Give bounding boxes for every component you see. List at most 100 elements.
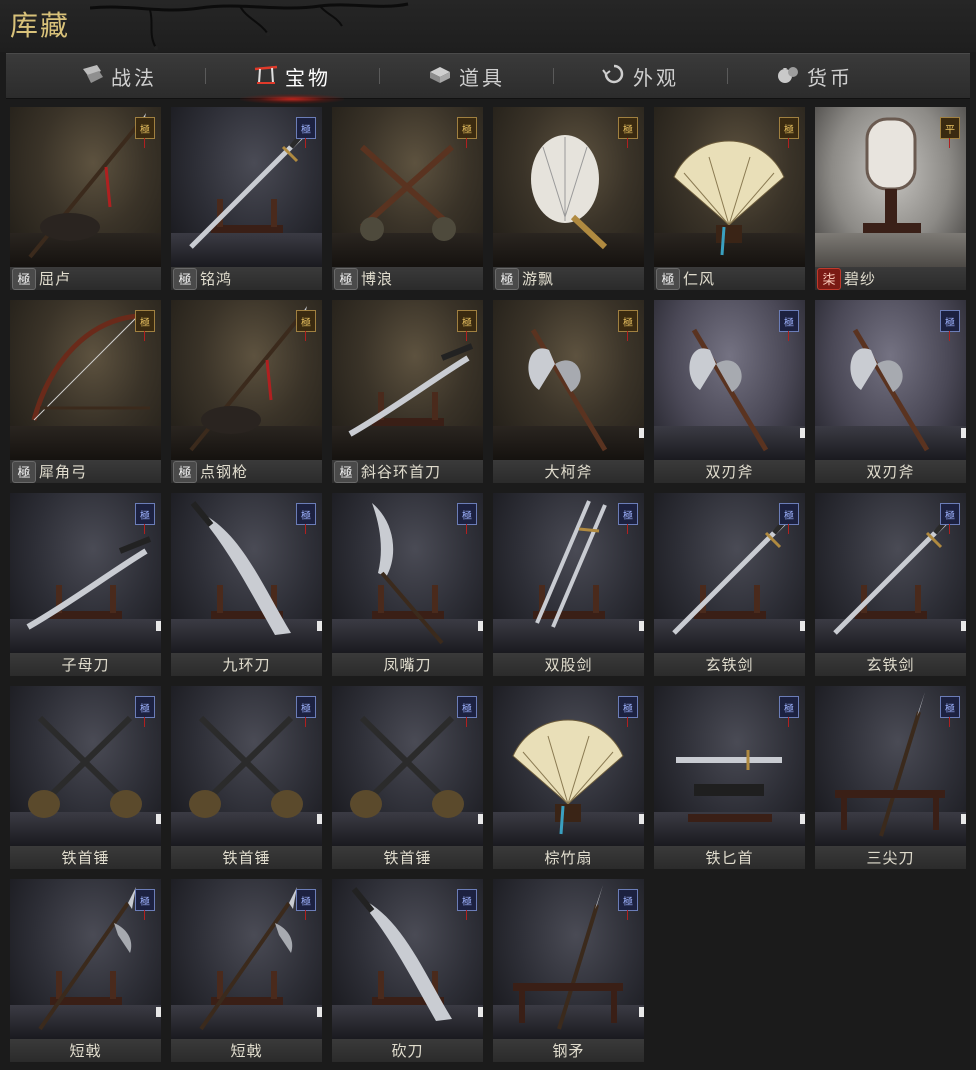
tab-2[interactable]: 道具: [379, 54, 553, 98]
item-caption: 铁首锤: [10, 846, 161, 869]
card-marker: [639, 814, 644, 824]
item-card[interactable]: 極九环刀: [171, 493, 322, 676]
item-card[interactable]: 極玄铁剑: [654, 493, 805, 676]
tab-3[interactable]: 外观: [553, 54, 727, 98]
item-caption: 凤嘴刀: [332, 653, 483, 676]
tier-tag-icon: 極: [457, 889, 477, 920]
tier-tag-icon: 極: [296, 310, 316, 341]
grade-badge: 極: [334, 267, 358, 290]
grade-badge: 極: [334, 460, 358, 483]
item-artwork: 極: [654, 300, 805, 460]
item-artwork: 極: [332, 107, 483, 267]
item-caption: 玄铁剑: [654, 653, 805, 676]
card-marker: [156, 621, 161, 631]
item-name: 棕竹扇: [544, 849, 593, 867]
item-card[interactable]: 極铁首锤: [171, 686, 322, 869]
item-card[interactable]: 極極斜谷环首刀: [332, 300, 483, 483]
item-caption: 極屈卢: [10, 267, 161, 290]
item-name: 钢矛: [552, 1042, 585, 1060]
item-name: 短戟: [69, 1042, 102, 1060]
card-marker: [317, 621, 322, 631]
item-card[interactable]: 極钢矛: [493, 879, 644, 1062]
item-caption: 九环刀: [171, 653, 322, 676]
item-artwork: 平: [815, 107, 966, 267]
item-card[interactable]: 極双刃斧: [815, 300, 966, 483]
tier-tag-icon: 極: [296, 696, 316, 727]
item-card[interactable]: 極極点钢枪: [171, 300, 322, 483]
tab-label: 外观: [633, 65, 679, 90]
card-marker: [961, 621, 966, 631]
item-card[interactable]: 極極铭鸿: [171, 107, 322, 290]
item-artwork: 極: [493, 686, 644, 846]
item-caption: 極博浪: [332, 267, 483, 290]
item-name: 点钢枪: [200, 463, 249, 481]
box-icon: [427, 63, 453, 89]
item-card[interactable]: 極極仁风: [654, 107, 805, 290]
tab-0[interactable]: 战法: [31, 54, 205, 98]
swirl-icon: [601, 63, 627, 89]
tab-label: 宝物: [285, 65, 331, 90]
item-artwork: 極: [171, 879, 322, 1039]
item-card[interactable]: 極凤嘴刀: [332, 493, 483, 676]
coin-bag-icon: [775, 63, 801, 89]
tier-tag-icon: 平: [940, 117, 960, 148]
item-name: 双刃斧: [705, 463, 754, 481]
item-name: 三尖刀: [866, 849, 915, 867]
tab-label: 道具: [459, 65, 505, 90]
item-card[interactable]: 極铁首锤: [332, 686, 483, 869]
item-card[interactable]: 極双股剑: [493, 493, 644, 676]
item-artwork: 極: [332, 493, 483, 653]
tier-tag-icon: 極: [296, 117, 316, 148]
item-card[interactable]: 極棕竹扇: [493, 686, 644, 869]
item-name: 碧纱: [844, 270, 877, 288]
item-artwork: 極: [171, 300, 322, 460]
tier-tag-icon: 極: [618, 696, 638, 727]
tab-label: 战法: [111, 65, 157, 90]
header-bar: 库藏: [0, 0, 976, 52]
item-card[interactable]: 極砍刀: [332, 879, 483, 1062]
item-name: 仁风: [683, 270, 716, 288]
item-card[interactable]: 極短戟: [10, 879, 161, 1062]
item-card[interactable]: 平柒碧纱: [815, 107, 966, 290]
item-card[interactable]: 極铁匕首: [654, 686, 805, 869]
category-tab-bar: 战法 宝物 道具 外观 货币: [6, 53, 970, 104]
tier-tag-icon: 極: [618, 310, 638, 341]
item-card[interactable]: 極極博浪: [332, 107, 483, 290]
item-artwork: 極: [815, 686, 966, 846]
item-card[interactable]: 極極屈卢: [10, 107, 161, 290]
item-card[interactable]: 極極犀角弓: [10, 300, 161, 483]
item-card[interactable]: 極玄铁剑: [815, 493, 966, 676]
grade-badge: 極: [173, 267, 197, 290]
item-card[interactable]: 極双刃斧: [654, 300, 805, 483]
tier-tag-icon: 極: [135, 503, 155, 534]
tier-tag-icon: 極: [457, 696, 477, 727]
item-caption: 双刃斧: [815, 460, 966, 483]
item-artwork: 極: [171, 107, 322, 267]
tier-tag-icon: 極: [940, 503, 960, 534]
item-artwork: 極: [332, 686, 483, 846]
item-caption: 玄铁剑: [815, 653, 966, 676]
item-card[interactable]: 極極游飘: [493, 107, 644, 290]
page-title: 库藏: [10, 9, 71, 42]
tab-1[interactable]: 宝物: [205, 54, 379, 104]
grade-badge: 極: [12, 267, 36, 290]
card-marker: [639, 1007, 644, 1017]
tab-4[interactable]: 货币: [727, 54, 901, 98]
item-artwork: 極: [654, 107, 805, 267]
item-name: 九环刀: [222, 656, 271, 674]
item-name: 铁首锤: [383, 849, 432, 867]
item-card[interactable]: 極铁首锤: [10, 686, 161, 869]
item-card[interactable]: 極子母刀: [10, 493, 161, 676]
item-caption: 柒碧纱: [815, 267, 966, 290]
item-caption: 極游飘: [493, 267, 644, 290]
item-name: 铁首锤: [61, 849, 110, 867]
item-card[interactable]: 極短戟: [171, 879, 322, 1062]
card-marker: [156, 1007, 161, 1017]
item-name: 大柯斧: [544, 463, 593, 481]
item-card[interactable]: 極大柯斧: [493, 300, 644, 483]
item-artwork: 極: [10, 300, 161, 460]
item-card[interactable]: 極三尖刀: [815, 686, 966, 869]
card-marker: [478, 1007, 483, 1017]
item-caption: 短戟: [171, 1039, 322, 1062]
tier-tag-icon: 極: [457, 117, 477, 148]
